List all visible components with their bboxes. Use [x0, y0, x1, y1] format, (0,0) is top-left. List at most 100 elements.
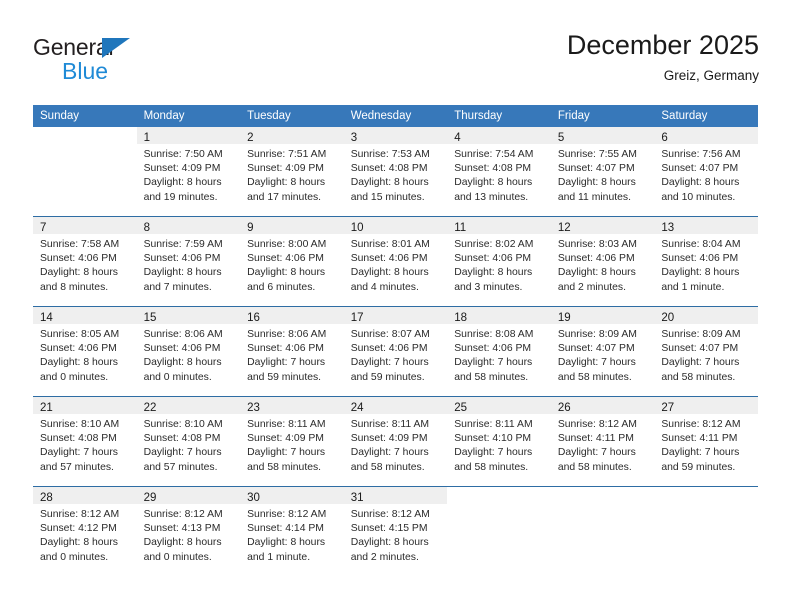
- sunset-text: Sunset: 4:08 PM: [40, 433, 117, 445]
- day-cell-content[interactable]: 26 Sunrise: 8:12 AM Sunset: 4:11 PM Dayligh…: [550, 397, 655, 486]
- day-details: Sunrise: 8:08 AM Sunset: 4:06 PM Daylight:…: [447, 324, 551, 385]
- daylight-text-line2: and 57 minutes.: [143, 461, 218, 473]
- day-number: 31: [350, 492, 364, 504]
- day-number-band: [654, 487, 758, 504]
- day-cell-content[interactable]: 20 Sunrise: 8:09 AM Sunset: 4:07 PM Dayligh…: [654, 307, 758, 396]
- day-number-band: 1: [136, 127, 241, 144]
- day-cell-content[interactable]: 30 Sunrise: 8:12 AM Sunset: 4:14 PM Dayligh…: [240, 487, 344, 576]
- day-cell-content[interactable]: 5 Sunrise: 7:55 AM Sunset: 4:07 PM Daylight…: [550, 127, 655, 216]
- day-cell-content[interactable]: 15 Sunrise: 8:06 AM Sunset: 4:06 PM Dayligh…: [136, 307, 241, 396]
- day-cell-content[interactable]: 29 Sunrise: 8:12 AM Sunset: 4:13 PM Dayligh…: [136, 487, 241, 576]
- calendar-day-cell: 20 Sunrise: 8:09 AM Sunset: 4:07 PM Dayligh…: [654, 306, 758, 397]
- sunrise-text: Sunrise: 8:11 AM: [454, 419, 533, 430]
- day-number-band: 26: [550, 397, 655, 414]
- calendar-week-row: 14 Sunrise: 8:05 AM Sunset: 4:06 PM Dayligh…: [33, 306, 758, 397]
- day-number: 20: [661, 312, 675, 324]
- sunrise-text: Sunrise: 8:06 AM: [143, 329, 223, 340]
- day-cell-content[interactable]: 17 Sunrise: 8:07 AM Sunset: 4:06 PM Dayligh…: [343, 307, 448, 396]
- day-number: 18: [454, 312, 468, 324]
- daylight-text-line2: and 58 minutes.: [454, 371, 529, 383]
- day-cell-content[interactable]: 21 Sunrise: 8:10 AM Sunset: 4:08 PM Dayligh…: [33, 397, 137, 486]
- day-cell-content[interactable]: 10 Sunrise: 8:01 AM Sunset: 4:06 PM Dayligh…: [343, 217, 448, 306]
- daylight-text-line2: and 58 minutes.: [557, 371, 632, 383]
- calendar-header-row: Sunday Monday Tuesday Wednesday Thursday…: [33, 105, 758, 127]
- day-number-band: 3: [343, 127, 448, 144]
- daylight-text-line2: and 59 minutes.: [247, 371, 322, 383]
- day-cell-content[interactable]: 16 Sunrise: 8:06 AM Sunset: 4:06 PM Dayligh…: [240, 307, 344, 396]
- day-details: Sunrise: 8:12 AM Sunset: 4:11 PM Daylight:…: [551, 414, 655, 475]
- day-cell-content[interactable]: 27 Sunrise: 8:12 AM Sunset: 4:11 PM Dayligh…: [654, 397, 758, 486]
- day-cell-content[interactable]: 1 Sunrise: 7:50 AM Sunset: 4:09 PM Daylight…: [136, 127, 241, 216]
- daylight-text-line1: Daylight: 8 hours: [557, 267, 636, 279]
- weekday-header-wednesday: Wednesday: [343, 105, 448, 127]
- day-cell-content[interactable]: 9 Sunrise: 8:00 AM Sunset: 4:06 PM Daylight…: [240, 217, 344, 306]
- day-cell-content[interactable]: 19 Sunrise: 8:09 AM Sunset: 4:07 PM Dayligh…: [550, 307, 655, 396]
- sunset-text: Sunset: 4:06 PM: [247, 343, 324, 355]
- daylight-text-line2: and 58 minutes.: [350, 461, 425, 473]
- day-cell-content[interactable]: 14 Sunrise: 8:05 AM Sunset: 4:06 PM Dayligh…: [33, 307, 137, 396]
- day-cell-content[interactable]: 12 Sunrise: 8:03 AM Sunset: 4:06 PM Dayligh…: [550, 217, 655, 306]
- day-cell-content[interactable]: 3 Sunrise: 7:53 AM Sunset: 4:08 PM Daylight…: [343, 127, 448, 216]
- daylight-text-line2: and 0 minutes.: [40, 551, 109, 563]
- sunrise-text: Sunrise: 7:56 AM: [661, 149, 741, 160]
- sunset-text: Sunset: 4:09 PM: [350, 433, 428, 445]
- sunset-text: Sunset: 4:13 PM: [143, 523, 221, 535]
- daylight-text-line2: and 3 minutes.: [454, 281, 523, 293]
- daylight-text-line1: Daylight: 8 hours: [143, 267, 222, 279]
- day-details: Sunrise: 8:00 AM Sunset: 4:06 PM Daylight:…: [240, 234, 344, 295]
- sunrise-text: Sunrise: 8:00 AM: [247, 239, 327, 250]
- day-cell-content[interactable]: 8 Sunrise: 7:59 AM Sunset: 4:06 PM Daylight…: [136, 217, 241, 306]
- daylight-text-line1: Daylight: 7 hours: [40, 447, 118, 459]
- day-number-band: 8: [136, 217, 241, 234]
- day-details: Sunrise: 8:10 AM Sunset: 4:08 PM Daylight:…: [33, 414, 137, 475]
- sunset-text: Sunset: 4:09 PM: [247, 433, 324, 445]
- daylight-text-line1: Daylight: 8 hours: [247, 177, 326, 189]
- daylight-text-line1: Daylight: 8 hours: [350, 177, 429, 189]
- sunset-text: Sunset: 4:06 PM: [40, 253, 117, 265]
- calendar-day-cell: [550, 486, 655, 576]
- calendar-day-cell: [447, 486, 551, 576]
- calendar-day-cell: 8 Sunrise: 7:59 AM Sunset: 4:06 PM Daylight…: [136, 216, 241, 307]
- day-number-band: 24: [343, 397, 448, 414]
- day-cell-content[interactable]: 18 Sunrise: 8:08 AM Sunset: 4:06 PM Dayligh…: [447, 307, 551, 396]
- weekday-header-monday: Monday: [136, 105, 241, 127]
- day-cell-content[interactable]: 25 Sunrise: 8:11 AM Sunset: 4:10 PM Dayligh…: [447, 397, 551, 486]
- day-cell-content[interactable]: 4 Sunrise: 7:54 AM Sunset: 4:08 PM Daylight…: [447, 127, 551, 216]
- day-number: 22: [143, 402, 157, 414]
- calendar-table: Sunday Monday Tuesday Wednesday Thursday…: [33, 105, 758, 576]
- daylight-text-line1: Daylight: 8 hours: [661, 177, 740, 189]
- day-cell-content[interactable]: 13 Sunrise: 8:04 AM Sunset: 4:06 PM Dayligh…: [654, 217, 758, 306]
- day-details: Sunrise: 8:12 AM Sunset: 4:15 PM Daylight:…: [344, 504, 448, 565]
- daylight-text-line2: and 58 minutes.: [247, 461, 322, 473]
- sunset-text: Sunset: 4:09 PM: [143, 163, 221, 175]
- day-cell-content[interactable]: 28 Sunrise: 8:12 AM Sunset: 4:12 PM Dayligh…: [33, 487, 137, 576]
- calendar-day-cell: 12 Sunrise: 8:03 AM Sunset: 4:06 PM Dayligh…: [550, 216, 655, 307]
- sunset-text: Sunset: 4:14 PM: [247, 523, 324, 535]
- calendar-day-cell: 29 Sunrise: 8:12 AM Sunset: 4:13 PM Dayligh…: [136, 486, 241, 576]
- calendar-week-row: 28 Sunrise: 8:12 AM Sunset: 4:12 PM Dayligh…: [33, 486, 758, 576]
- sunset-text: Sunset: 4:06 PM: [350, 343, 428, 355]
- day-cell-content[interactable]: 2 Sunrise: 7:51 AM Sunset: 4:09 PM Daylight…: [240, 127, 344, 216]
- day-cell-empty: [551, 487, 655, 576]
- day-cell-content[interactable]: 31 Sunrise: 8:12 AM Sunset: 4:15 PM Dayligh…: [343, 487, 448, 576]
- sunset-text: Sunset: 4:11 PM: [557, 433, 634, 445]
- day-cell-empty: [33, 127, 137, 216]
- title-block: December 2025 Greiz, Germany: [567, 28, 759, 86]
- day-number: 12: [557, 222, 571, 234]
- calendar-day-cell: 14 Sunrise: 8:05 AM Sunset: 4:06 PM Dayligh…: [33, 306, 137, 397]
- day-details: Sunrise: 8:12 AM Sunset: 4:14 PM Daylight:…: [240, 504, 344, 565]
- day-number: 13: [661, 222, 675, 234]
- day-details: Sunrise: 8:09 AM Sunset: 4:07 PM Daylight:…: [551, 324, 655, 385]
- day-cell-content[interactable]: 23 Sunrise: 8:11 AM Sunset: 4:09 PM Dayligh…: [240, 397, 344, 486]
- day-details: [654, 504, 758, 508]
- day-cell-content[interactable]: 11 Sunrise: 8:02 AM Sunset: 4:06 PM Dayligh…: [447, 217, 551, 306]
- day-cell-content[interactable]: 6 Sunrise: 7:56 AM Sunset: 4:07 PM Daylight…: [654, 127, 758, 216]
- day-number-band: 16: [240, 307, 344, 324]
- day-cell-content[interactable]: 7 Sunrise: 7:58 AM Sunset: 4:06 PM Daylight…: [33, 217, 137, 306]
- day-cell-content[interactable]: 22 Sunrise: 8:10 AM Sunset: 4:08 PM Dayligh…: [136, 397, 241, 486]
- day-details: Sunrise: 8:06 AM Sunset: 4:06 PM Daylight:…: [240, 324, 344, 385]
- sunrise-text: Sunrise: 7:53 AM: [350, 149, 430, 160]
- calendar-day-cell: 23 Sunrise: 8:11 AM Sunset: 4:09 PM Dayligh…: [240, 396, 344, 487]
- day-cell-content[interactable]: 24 Sunrise: 8:11 AM Sunset: 4:09 PM Dayligh…: [343, 397, 448, 486]
- generalblue-logo[interactable]: General Blue: [33, 34, 233, 88]
